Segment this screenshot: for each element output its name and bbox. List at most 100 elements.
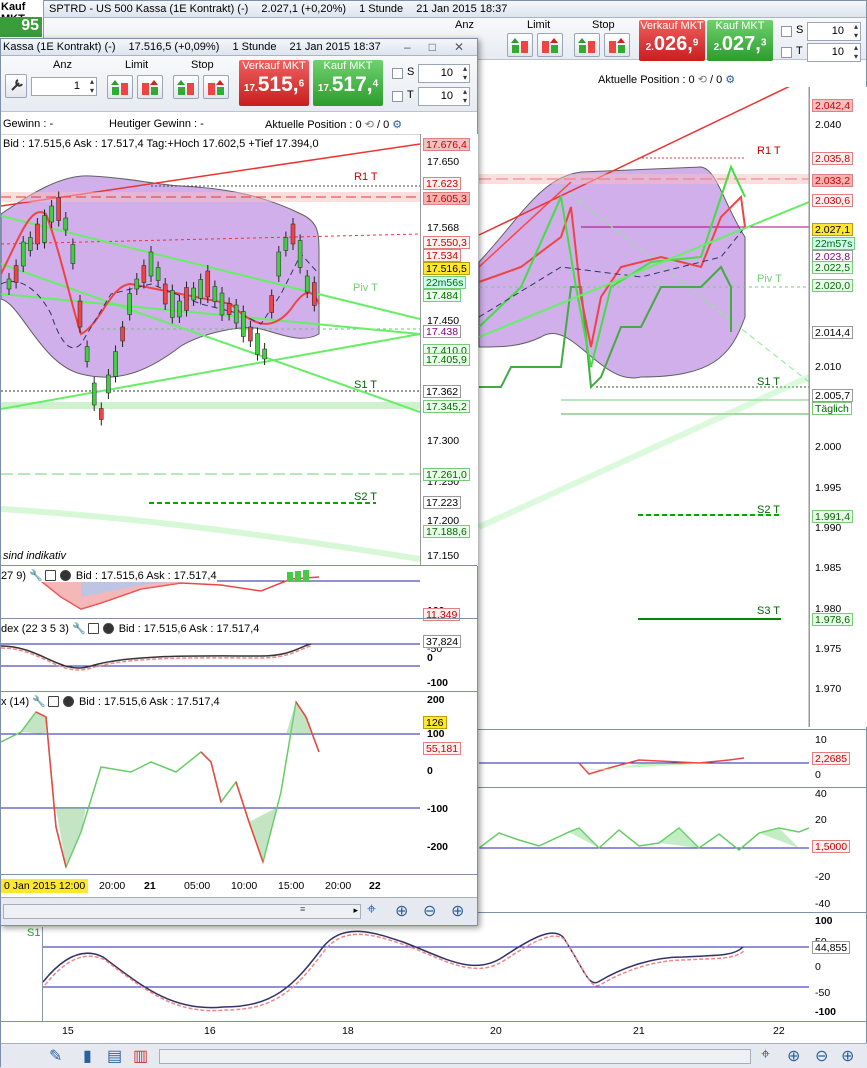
front-xaxis-highlight: 0 Jan 2015 12:00 bbox=[1, 879, 89, 893]
back-stop-sell-button[interactable] bbox=[604, 33, 630, 57]
back-indicator-icon[interactable]: ▥ bbox=[133, 1046, 148, 1066]
front-chart-window: Kassa (1E Kontrakt) (-) 17.516,5 (+0,09%… bbox=[0, 38, 478, 926]
back-stop-label: Stop bbox=[592, 19, 615, 31]
back-position-reset-icon[interactable]: ⟲ bbox=[698, 74, 707, 86]
candle-body bbox=[148, 251, 154, 277]
back-tag-daily: Täglich bbox=[812, 402, 852, 415]
candle-body bbox=[198, 279, 203, 299]
front-t-quantity-spinner[interactable]: 10 bbox=[418, 87, 470, 106]
front-zoom-in-icon[interactable]: ⊕ bbox=[451, 901, 464, 921]
candle-body bbox=[297, 240, 303, 268]
back-s-checkbox[interactable] bbox=[781, 26, 792, 37]
candle-body bbox=[120, 326, 125, 342]
front-zoom-fit-icon[interactable]: ⊕ bbox=[395, 901, 408, 921]
front-scroll-right-arrow[interactable]: ▸ bbox=[353, 905, 358, 916]
front-pivot-s1: S1 T bbox=[354, 379, 378, 391]
candle-body bbox=[312, 282, 317, 306]
candle-body bbox=[106, 374, 111, 394]
back-horizontal-scrollbar[interactable] bbox=[159, 1049, 751, 1064]
front-t-checkbox[interactable] bbox=[392, 91, 403, 102]
front-horizontal-scrollbar[interactable]: ≡ ▸ bbox=[3, 904, 361, 919]
back-t-label: T bbox=[796, 45, 803, 57]
back-stop-buy-button[interactable] bbox=[574, 33, 600, 57]
macd-window-icon[interactable] bbox=[44, 570, 56, 581]
back-limit-buy-button[interactable] bbox=[507, 33, 533, 57]
front-s-quantity-spinner[interactable]: 10 bbox=[418, 64, 470, 83]
front-stop-sell-button[interactable] bbox=[203, 75, 229, 99]
back-s-quantity-spinner[interactable]: 10 bbox=[807, 22, 861, 41]
candle-body bbox=[205, 270, 211, 298]
front-anz-label: Anz bbox=[53, 59, 72, 71]
back-bar-chart-icon[interactable]: ▤ bbox=[107, 1046, 122, 1066]
front-sell-market-button[interactable]: Verkauf MKT 17.515,6 bbox=[239, 60, 309, 106]
candle-body bbox=[290, 223, 296, 245]
candle-body bbox=[28, 237, 33, 251]
back-cci-value: 1,5000 bbox=[812, 840, 851, 853]
candle-body bbox=[134, 278, 140, 290]
front-title-period: 1 Stunde bbox=[232, 41, 277, 53]
front-settings-gear-icon[interactable]: ⚙ bbox=[392, 119, 402, 131]
back-title-date: 21 Jan 2015 18:37 bbox=[416, 3, 508, 15]
front-buy-price: 517, bbox=[331, 73, 373, 96]
back-limit-sell-button[interactable] bbox=[537, 33, 563, 57]
back-title-bar: SPTRD - US 500 Kassa (1E Kontrakt) (-) 2… bbox=[1, 1, 866, 18]
macd-close-icon[interactable] bbox=[59, 570, 71, 581]
dex-settings-icon[interactable]: 🔧 bbox=[72, 623, 86, 635]
back-tag-high: 2.042,4 bbox=[812, 99, 854, 112]
back-sell-market-button[interactable]: Verkauf MKT 2.026,9 bbox=[639, 20, 705, 61]
back-t-checkbox[interactable] bbox=[781, 47, 792, 58]
front-limit-sell-button[interactable] bbox=[137, 75, 163, 99]
candle-body bbox=[127, 293, 132, 315]
front-wrench-button[interactable] bbox=[5, 74, 27, 98]
candle-body bbox=[177, 300, 182, 318]
candle-body bbox=[226, 303, 232, 315]
front-sell-label: Verkauf MKT bbox=[242, 60, 306, 72]
minimize-button[interactable]: – bbox=[404, 40, 411, 54]
front-limit-buy-button[interactable] bbox=[107, 75, 133, 99]
back-zoom-out-icon[interactable]: ⊖ bbox=[815, 1046, 828, 1066]
maximize-button[interactable]: □ bbox=[429, 40, 436, 54]
front-buy-market-button[interactable]: Kauf MKT 17.517,4 bbox=[313, 60, 383, 106]
front-crosshair-icon[interactable]: ⌖ bbox=[367, 901, 376, 919]
back-buy-label: Kauf MKT bbox=[715, 20, 765, 32]
dex-window-icon[interactable] bbox=[87, 623, 99, 634]
candle-body bbox=[6, 278, 12, 290]
back-settings-gear-icon[interactable]: ⚙ bbox=[725, 74, 735, 86]
back-stochastic-pane bbox=[43, 930, 809, 1012]
front-dex-pane bbox=[1, 643, 420, 671]
front-tag-timer: 22m56s bbox=[423, 276, 467, 289]
back-zoom-in-icon[interactable]: ⊕ bbox=[841, 1046, 854, 1066]
candle-body bbox=[241, 311, 246, 337]
front-s-checkbox[interactable] bbox=[392, 68, 403, 79]
back-drawing-tool-icon[interactable]: ✎ bbox=[49, 1046, 62, 1066]
back-anz-label: Anz bbox=[455, 19, 474, 31]
cci-settings-icon[interactable]: 🔧 bbox=[32, 696, 46, 708]
front-zoom-out-icon[interactable]: ⊖ bbox=[423, 901, 436, 921]
back-sell-label: Verkauf MKT bbox=[640, 20, 704, 32]
candle-body bbox=[184, 287, 189, 311]
cci-window-icon[interactable] bbox=[47, 696, 59, 707]
front-macd-value: 11,349 bbox=[423, 608, 461, 621]
close-button[interactable]: ✕ bbox=[454, 40, 464, 54]
back-candle-type-icon[interactable]: ▮ bbox=[83, 1046, 92, 1066]
front-anz-spinner[interactable]: 1 bbox=[31, 77, 97, 96]
front-limit-label: Limit bbox=[125, 59, 149, 71]
back-zoom-fit-icon[interactable]: ⊕ bbox=[787, 1046, 800, 1066]
back-t-quantity-spinner[interactable]: 10 bbox=[807, 43, 861, 62]
candle-body bbox=[49, 205, 54, 223]
candle-body bbox=[219, 292, 225, 316]
candle-body bbox=[304, 275, 310, 293]
front-stop-buy-button[interactable] bbox=[173, 75, 199, 99]
back-buy-market-button[interactable]: Kauf MKT 2.027,3 bbox=[707, 20, 773, 61]
front-position-reset-icon[interactable]: ⟲ bbox=[365, 119, 374, 131]
front-cci-value-1: 126 bbox=[423, 716, 447, 729]
back-buy-price: 027, bbox=[721, 33, 761, 55]
dex-close-icon[interactable] bbox=[102, 623, 114, 634]
hidden-buy-price[interactable]: 95 bbox=[0, 17, 42, 37]
back-crosshair-icon[interactable]: ⌖ bbox=[761, 1046, 770, 1064]
front-gewinn-label: Gewinn : - bbox=[3, 118, 54, 130]
back-stoch-value: 44,855 bbox=[812, 941, 851, 954]
cci-close-icon[interactable] bbox=[62, 696, 74, 707]
macd-settings-icon[interactable]: 🔧 bbox=[29, 570, 43, 582]
front-bid-ask-info: Bid : 17.515,6 Ask : 17.517,4 Tag:+Hoch … bbox=[3, 138, 319, 150]
